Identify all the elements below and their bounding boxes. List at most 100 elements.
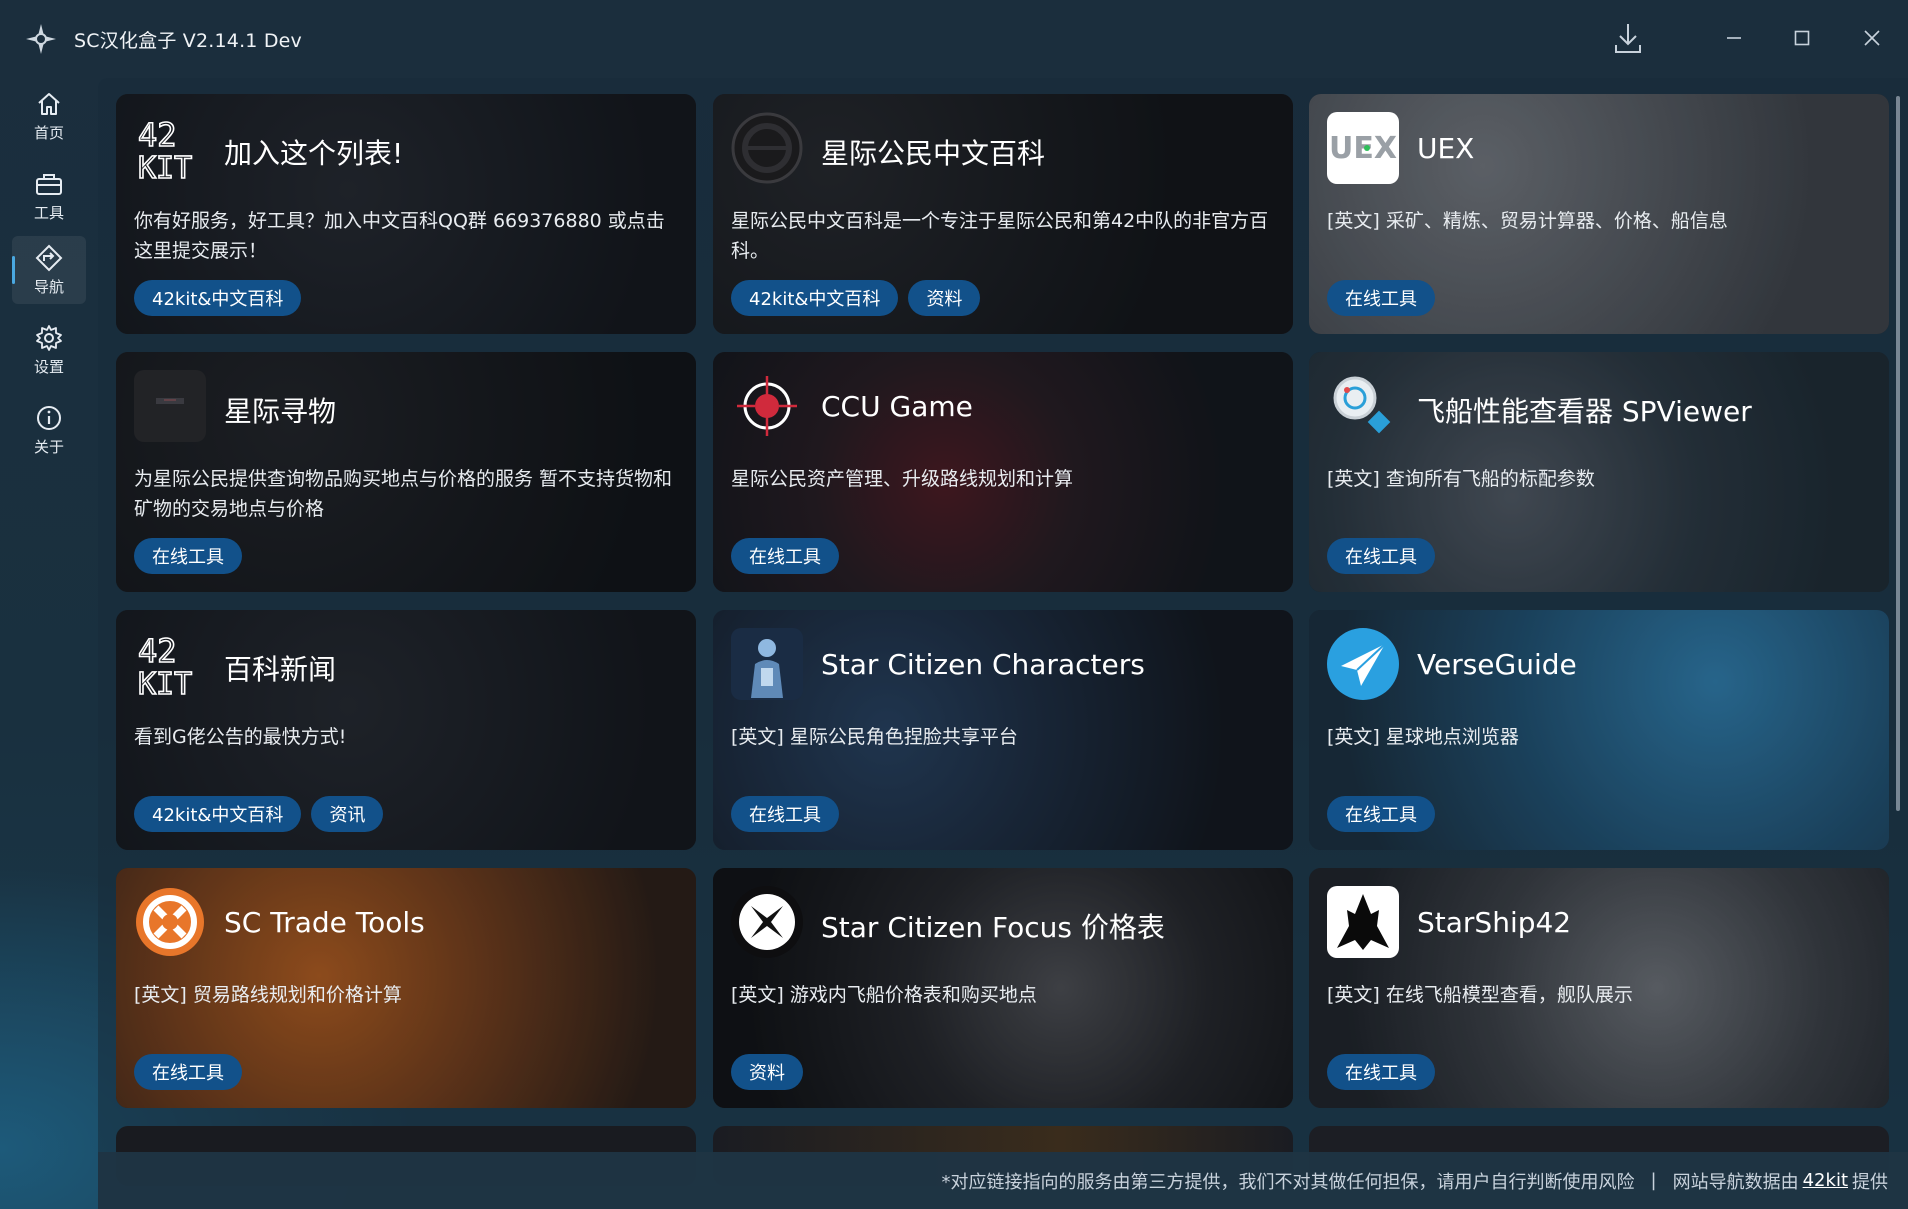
card-title: Star Citizen Characters: [821, 648, 1145, 681]
card-join-list[interactable]: 42 KIT 加入这个列表! 你有好服务，好工具？加入中文百科QQ群 66937…: [116, 94, 696, 334]
card-description: [英文] 采矿、精炼、贸易计算器、价格、船信息: [1327, 210, 1728, 232]
card-title: Star Citizen Focus 价格表: [821, 911, 1165, 944]
card-starship42[interactable]: StarShip42 [英文] 在线飞船模型查看，舰队展示 在线工具: [1309, 868, 1889, 1108]
card-verseguide[interactable]: VerseGuide [英文] 星球地点浏览器 在线工具: [1309, 610, 1889, 850]
card-title: 加入这个列表!: [224, 137, 404, 170]
svg-text:42: 42: [138, 116, 177, 154]
ccu-game-logo-icon: [731, 370, 803, 442]
card-description: 看到G佬公告的最快方式!: [134, 726, 347, 748]
maximize-icon: [1793, 29, 1811, 51]
card-tag[interactable]: 在线工具: [1327, 796, 1435, 832]
card-wiki-news[interactable]: 42 KIT 百科新闻 看到G佬公告的最快方式! 42kit&中文百科 资讯: [116, 610, 696, 850]
card-tags: 42kit&中文百科: [134, 280, 302, 316]
card-tags: 在线工具: [1327, 280, 1435, 316]
card-title: VerseGuide: [1417, 648, 1577, 681]
sidebar-item-label: 首页: [33, 123, 64, 142]
card-tag[interactable]: 在线工具: [134, 1054, 242, 1090]
sidebar-item-navigation[interactable]: 导航: [12, 236, 86, 304]
sidebar-item-home[interactable]: 首页: [12, 82, 86, 150]
card-description: [英文] 星球地点浏览器: [1327, 726, 1519, 748]
sidebar-item-settings[interactable]: 设置: [12, 316, 86, 384]
card-description: 星际公民资产管理、升级路线规划和计算: [731, 468, 1074, 490]
card-description: [英文] 在线飞船模型查看，舰队展示: [1327, 984, 1633, 1006]
sidebar-item-tools[interactable]: 工具: [12, 162, 86, 230]
item-finder-logo-icon: [134, 370, 206, 442]
card-tag[interactable]: 在线工具: [731, 796, 839, 832]
card-tag[interactable]: 在线工具: [1327, 280, 1435, 316]
card-tag[interactable]: 在线工具: [1327, 538, 1435, 574]
card-tag[interactable]: 资料: [731, 1054, 803, 1090]
footer-credit-link[interactable]: 42kit: [1803, 1170, 1848, 1191]
card-tag[interactable]: 在线工具: [134, 538, 242, 574]
card-tag[interactable]: 资讯: [311, 796, 384, 832]
close-icon: [1863, 29, 1881, 51]
characters-logo-icon: [731, 628, 803, 700]
card-tag[interactable]: 42kit&中文百科: [731, 280, 899, 316]
card-tags: 资料: [731, 1054, 803, 1090]
card-tags: 在线工具: [1327, 796, 1435, 832]
sc-focus-logo-icon: [731, 886, 803, 958]
42kit-logo-icon: 42 KIT: [134, 112, 206, 184]
svg-text:KIT: KIT: [138, 151, 192, 184]
card-description: [英文] 贸易路线规划和价格计算: [134, 984, 402, 1006]
card-tags: 在线工具: [1327, 1054, 1435, 1090]
card-tag[interactable]: 42kit&中文百科: [134, 280, 302, 316]
minimize-button[interactable]: [1712, 18, 1756, 62]
sc-trade-tools-logo-icon: [134, 886, 206, 958]
card-tag[interactable]: 42kit&中文百科: [134, 796, 302, 832]
sidebar-item-about[interactable]: 关于: [12, 396, 86, 464]
card-tag[interactable]: 在线工具: [1327, 1054, 1435, 1090]
svg-text:42: 42: [138, 632, 177, 670]
footer-credit-suffix: 提供: [1852, 1171, 1888, 1193]
card-tags: 在线工具: [134, 538, 242, 574]
card-description: [英文] 查询所有飞船的标配参数: [1327, 468, 1595, 490]
card-description: [英文] 星际公民角色捏脸共享平台: [731, 726, 1018, 748]
close-button[interactable]: [1850, 18, 1894, 62]
gear-icon: [35, 324, 63, 352]
window-title: SC汉化盒子 V2.14.1 Dev: [74, 30, 303, 52]
sidebar-item-label: 导航: [33, 277, 64, 296]
card-spviewer[interactable]: 飞船性能查看器 SPViewer [英文] 查询所有飞船的标配参数 在线工具: [1309, 352, 1889, 592]
download-icon: [1613, 21, 1643, 59]
card-title: 星际公民中文百科: [821, 137, 1046, 170]
card-uex[interactable]: UEX UEX [英文] 采矿、精炼、贸易计算器、价格、船信息 在线工具: [1309, 94, 1889, 334]
svg-text:KIT: KIT: [138, 667, 192, 700]
card-tags: 在线工具: [731, 538, 839, 574]
maximize-button[interactable]: [1780, 18, 1824, 62]
card-title: 星际寻物: [224, 395, 337, 428]
scrollbar[interactable]: [1896, 96, 1900, 811]
sidebar-item-label: 关于: [33, 437, 64, 456]
svg-text:UEX: UEX: [1329, 131, 1397, 166]
footer: *对应链接指向的服务由第三方提供，我们不对其做任何担保，请用户自行判断使用风险 …: [98, 1152, 1908, 1209]
card-sc-trade-tools[interactable]: SC Trade Tools [英文] 贸易路线规划和价格计算 在线工具: [116, 868, 696, 1108]
sidebar-item-label: 设置: [33, 357, 64, 376]
card-title: UEX: [1417, 132, 1475, 165]
download-button[interactable]: [1606, 18, 1650, 62]
starship42-logo-icon: [1327, 886, 1399, 958]
card-tag[interactable]: 在线工具: [731, 538, 839, 574]
card-tags: 在线工具: [134, 1054, 242, 1090]
card-title: SC Trade Tools: [224, 906, 425, 939]
card-title: 百科新闻: [224, 653, 337, 686]
sidebar-item-label: 工具: [33, 203, 64, 222]
navigation-icon: [35, 244, 63, 272]
card-item-finder[interactable]: 星际寻物 为星际公民提供查询物品购买地点与价格的服务 暂不支持货物和矿物的交易地…: [116, 352, 696, 592]
card-sc-characters[interactable]: Star Citizen Characters [英文] 星际公民角色捏脸共享平…: [713, 610, 1293, 850]
home-icon: [35, 90, 63, 118]
sidebar: 首页 工具 导航 设置 关于: [0, 78, 98, 1209]
info-icon: [35, 404, 63, 432]
card-tags: 在线工具: [731, 796, 839, 832]
42kit-logo-icon: 42 KIT: [134, 628, 206, 700]
card-tags: 42kit&中文百科 资讯: [134, 796, 384, 832]
card-sc-focus[interactable]: Star Citizen Focus 价格表 [英文] 游戏内飞船价格表和购买地…: [713, 868, 1293, 1108]
card-description: 星际公民中文百科是一个专注于星际公民和第42中队的非官方百科。: [731, 210, 1269, 262]
card-title: 飞船性能查看器 SPViewer: [1417, 395, 1752, 428]
uex-logo-icon: UEX: [1327, 112, 1399, 184]
spviewer-logo-icon: [1327, 370, 1399, 442]
card-tags: 在线工具: [1327, 538, 1435, 574]
main-panel: 42 KIT 加入这个列表! 你有好服务，好工具？加入中文百科QQ群 66937…: [98, 78, 1908, 1209]
card-ccu-game[interactable]: CCU Game 星际公民资产管理、升级路线规划和计算 在线工具: [713, 352, 1293, 592]
card-tags: 42kit&中文百科 资料: [731, 280, 981, 316]
card-tag[interactable]: 资料: [908, 280, 981, 316]
card-sc-wiki[interactable]: 星际公民中文百科 星际公民中文百科是一个专注于星际公民和第42中队的非官方百科。…: [713, 94, 1293, 334]
